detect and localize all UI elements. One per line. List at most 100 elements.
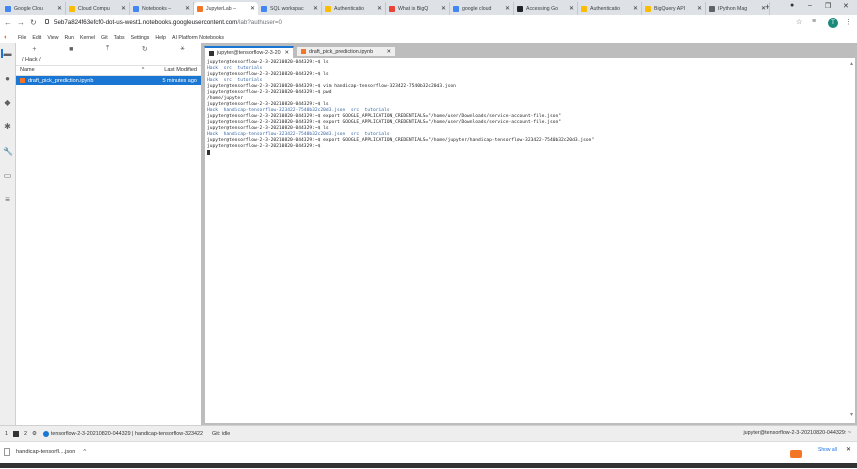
property-inspector-icon[interactable]: ≡ bbox=[3, 195, 12, 204]
close-tab-icon[interactable]: ✕ bbox=[505, 5, 510, 12]
left-sidebar: ▬ ● ◆ ✱ 🔧 ▭ ≡ bbox=[0, 43, 16, 425]
close-tab-icon[interactable]: ✕ bbox=[633, 5, 638, 12]
url-field[interactable]: 5eb7a824f63efcf0-dot-us-west1.notebooks.… bbox=[54, 19, 282, 26]
bookmark-star-icon[interactable]: ☆ bbox=[796, 18, 802, 26]
show-all-button[interactable]: Show all bbox=[818, 447, 837, 453]
menu-item[interactable]: Git bbox=[101, 35, 108, 41]
menu-item[interactable]: AI Platform Notebooks bbox=[172, 35, 224, 41]
browser-tab-title: BigQuery API bbox=[654, 5, 686, 12]
browser-tab[interactable]: Google Clou ✕ bbox=[2, 2, 66, 15]
running-sessions-icon[interactable]: ● bbox=[3, 74, 12, 83]
close-tab-icon[interactable]: ✕ bbox=[377, 5, 382, 12]
document-tab-label: draft_pick_prediction.ipynb bbox=[309, 48, 374, 55]
back-icon[interactable]: ← bbox=[4, 18, 12, 27]
close-tab-icon[interactable]: ✕ bbox=[697, 5, 702, 12]
browser-tab-title: What is BigQ bbox=[398, 5, 429, 12]
terminal-status-icon[interactable] bbox=[13, 430, 19, 437]
file-modified: 5 minutes ago bbox=[162, 77, 197, 84]
forward-icon[interactable]: → bbox=[17, 18, 25, 27]
browser-tab[interactable]: Authenticatio ✕ bbox=[322, 2, 386, 15]
new-folder-icon[interactable]: ■ bbox=[69, 46, 73, 53]
browser-menu-icon[interactable]: ⋮ bbox=[845, 18, 852, 26]
menu-item[interactable]: Help bbox=[155, 35, 166, 41]
favicon-icon bbox=[581, 5, 587, 12]
minimize-button[interactable]: – bbox=[808, 2, 812, 9]
address-bar-row: ← → ↻ 5eb7a824f63efcf0-dot-us-west1.note… bbox=[0, 15, 857, 33]
git-icon[interactable]: ◆ bbox=[3, 98, 12, 107]
close-window-button[interactable]: ✕ bbox=[843, 2, 849, 10]
favicon-icon bbox=[517, 5, 523, 12]
close-tab-icon[interactable]: ✕ bbox=[761, 5, 766, 12]
kernel-count[interactable]: 2 bbox=[24, 431, 27, 437]
list-item[interactable]: draft_pick_prediction.ipynb 5 minutes ago bbox=[16, 76, 201, 85]
notebook-icon bbox=[20, 77, 25, 83]
menu-item[interactable]: View bbox=[47, 35, 58, 41]
sort-chevron-icon[interactable]: ^ bbox=[142, 66, 145, 75]
close-tab-icon[interactable]: ✕ bbox=[386, 49, 391, 55]
browser-tab[interactable]: BigQuery API ✕ bbox=[642, 2, 706, 15]
document-tab-label: jupyter@tensorflow-2-3-20( bbox=[217, 50, 282, 56]
breadcrumb[interactable]: / Hack / bbox=[16, 55, 201, 65]
browser-tab[interactable]: JupyterLab – ✕ bbox=[194, 2, 258, 15]
folder-icon[interactable]: ▬ bbox=[1, 49, 12, 58]
terminal-count[interactable]: 1 bbox=[5, 431, 8, 437]
tabs-icon[interactable]: ▭ bbox=[3, 171, 12, 180]
browser-tab-title: Google Clou bbox=[14, 5, 43, 12]
browser-tab[interactable]: Accessing Go ✕ bbox=[514, 2, 578, 15]
profile-icon[interactable]: ● bbox=[790, 2, 794, 9]
browser-tab[interactable]: Cloud Compu ✕ bbox=[66, 2, 130, 15]
close-shelf-icon[interactable]: ✕ bbox=[846, 446, 851, 453]
avatar[interactable]: T bbox=[828, 18, 838, 28]
kernel-text[interactable]: tensorflow-2-3-20210820-044329 | handica… bbox=[51, 431, 203, 437]
git-clone-icon[interactable]: ⚹ bbox=[180, 45, 184, 53]
menu-item[interactable]: File bbox=[18, 35, 26, 41]
browser-tab-title: google cloud bbox=[462, 5, 492, 12]
browser-tab[interactable]: IPython Mag ✕ bbox=[706, 2, 770, 15]
close-tab-icon[interactable]: ✕ bbox=[569, 5, 574, 12]
chevron-up-icon[interactable]: ^ bbox=[83, 449, 86, 455]
favicon-icon bbox=[69, 5, 75, 12]
file-icon bbox=[4, 448, 10, 456]
document-tab[interactable]: draft_pick_prediction.ipynb ✕ bbox=[296, 46, 396, 57]
close-tab-icon[interactable]: ✕ bbox=[121, 5, 126, 12]
close-tab-icon[interactable]: ✕ bbox=[185, 5, 190, 12]
terminal-scrollbar[interactable] bbox=[850, 61, 853, 417]
kernel-status-icon bbox=[42, 430, 49, 437]
file-browser-toolbar: + ■ ⤒ ↻ ⚹ bbox=[16, 43, 201, 55]
menu-item[interactable]: Run bbox=[64, 35, 74, 41]
file-list: draft_pick_prediction.ipynb 5 minutes ago bbox=[16, 76, 201, 85]
column-name[interactable]: Name bbox=[20, 66, 35, 75]
browser-tab[interactable]: SQL workspac ✕ bbox=[258, 2, 322, 15]
close-tab-icon[interactable]: ✕ bbox=[284, 50, 289, 56]
browser-tab[interactable]: What is BigQ ✕ bbox=[386, 2, 450, 15]
menu-item[interactable]: Tabs bbox=[114, 35, 125, 41]
download-file-label: handicap-tensorfl....json bbox=[16, 449, 76, 455]
upload-icon[interactable]: ⤒ bbox=[106, 45, 109, 53]
terminal-panel[interactable]: jupyter@tensorflow-2-3-20210820-044329:~… bbox=[205, 58, 855, 423]
document-tab[interactable]: jupyter@tensorflow-2-3-20(✕ bbox=[204, 46, 294, 58]
wrench-icon[interactable]: 🔧 bbox=[3, 147, 13, 156]
close-tab-icon[interactable]: ✕ bbox=[250, 5, 255, 12]
close-tab-icon[interactable]: ✕ bbox=[57, 5, 62, 12]
menu-item[interactable]: Kernel bbox=[80, 35, 95, 41]
reading-list-icon[interactable]: ≡ bbox=[812, 18, 816, 25]
menu-item[interactable]: Edit bbox=[32, 35, 41, 41]
download-item[interactable]: handicap-tensorfl....json ^ bbox=[4, 448, 86, 456]
menu-item[interactable]: Settings bbox=[131, 35, 150, 41]
new-launcher-icon[interactable]: + bbox=[32, 46, 36, 53]
settings-gear-icon[interactable]: ⚙ bbox=[32, 431, 37, 437]
lock-icon[interactable] bbox=[45, 19, 49, 24]
browser-tab[interactable]: google cloud ✕ bbox=[450, 2, 514, 15]
notebook-icon bbox=[301, 49, 306, 54]
extensions-icon[interactable]: ✱ bbox=[3, 122, 12, 131]
close-tab-icon[interactable]: ✕ bbox=[441, 5, 446, 12]
reload-icon[interactable]: ↻ bbox=[30, 18, 37, 27]
maximize-button[interactable]: ❐ bbox=[825, 2, 831, 10]
browser-tab[interactable]: Authenticatio ✕ bbox=[578, 2, 642, 15]
main-dock-area: jupyter@tensorflow-2-3-20(✕ draft_pick_pr… bbox=[202, 43, 857, 425]
refresh-icon[interactable]: ↻ bbox=[142, 45, 148, 53]
favicon-icon bbox=[133, 5, 139, 12]
close-tab-icon[interactable]: ✕ bbox=[313, 5, 318, 12]
column-last-modified[interactable]: Last Modified bbox=[164, 66, 197, 75]
browser-tab[interactable]: Notebooks – ✕ bbox=[130, 2, 194, 15]
